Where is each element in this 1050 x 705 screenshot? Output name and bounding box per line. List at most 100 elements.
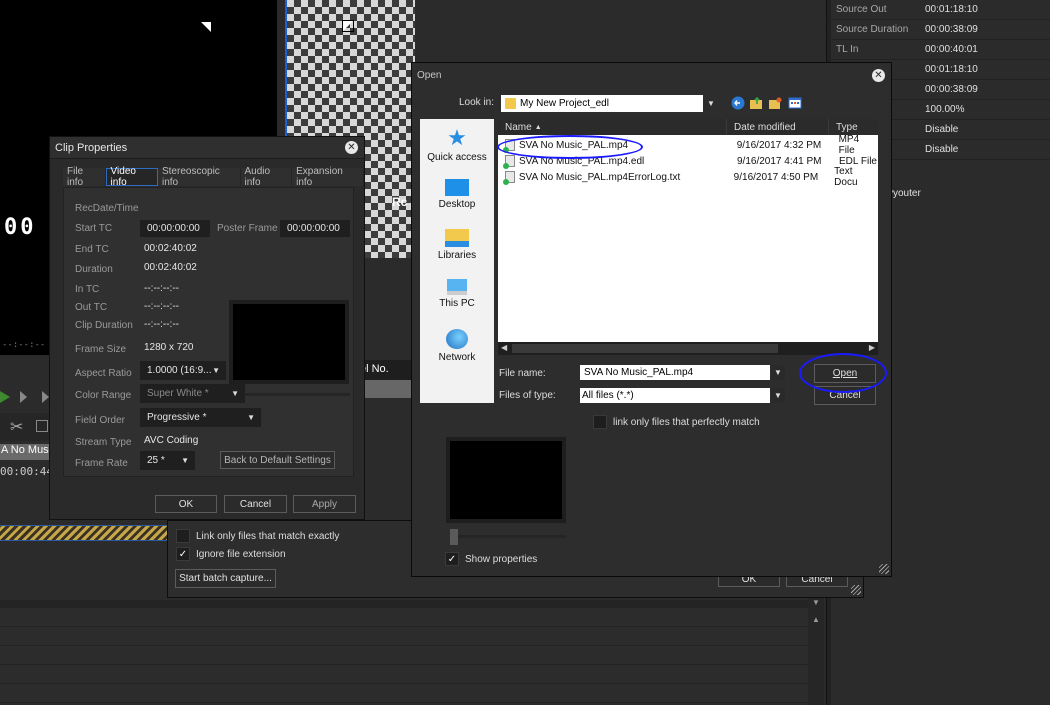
timeline-clip-bar[interactable] (0, 525, 170, 541)
track-row[interactable] (0, 627, 808, 646)
clip-properties-dialog: Clip Properties ✕ File info Video info S… (49, 136, 365, 520)
back-icon[interactable] (731, 96, 745, 110)
dialog-title-bar[interactable]: Open (412, 63, 891, 87)
link-only-checkbox[interactable] (176, 529, 190, 543)
dialog-title-bar[interactable]: Clip Properties (50, 137, 364, 159)
start-tc-field[interactable]: 00:00:00:00 (140, 220, 210, 237)
sort-asc-icon: ▲ (534, 123, 542, 131)
player-marker-icon (201, 22, 211, 32)
file-row[interactable]: SVA No Music_PAL.mp4ErrorLog.txt 9/16/20… (498, 166, 878, 188)
place-this-pc[interactable]: This PC (420, 279, 494, 309)
close-icon[interactable]: ✕ (345, 141, 358, 154)
tab-audio-info[interactable]: Audio info (240, 166, 293, 188)
column-header-type[interactable]: Type (829, 119, 878, 135)
frame-size-label: Frame Size (75, 344, 127, 355)
property-extra-text: yyouter (888, 188, 921, 199)
place-network[interactable]: Network (420, 329, 494, 363)
reel-no-column-header[interactable]: el No. (360, 360, 415, 380)
places-bar: ★ Quick access Desktop Libraries This PC… (420, 119, 494, 403)
start-batch-capture-button[interactable]: Start batch capture... (175, 569, 276, 588)
color-range-label: Color Range (75, 390, 132, 401)
player-timecode-small: --:--:-- (2, 340, 46, 350)
computer-icon (447, 279, 467, 295)
look-in-dropdown[interactable]: My New Project_edl (501, 95, 703, 112)
poster-frame-field[interactable]: 00:00:00:00 (280, 220, 350, 237)
scroll-right-icon[interactable]: ▶ (869, 343, 875, 352)
tab-stereoscopic-info[interactable]: Stereoscopic info (157, 166, 241, 188)
place-quick-access[interactable]: ★ Quick access (420, 127, 494, 164)
preview-slider-track[interactable] (450, 535, 566, 538)
frame-size-value: 1280 x 720 (144, 342, 194, 353)
chevron-down-icon[interactable]: ▼ (771, 388, 785, 403)
new-folder-icon[interactable] (768, 96, 782, 110)
tab-file-info[interactable]: File info (63, 166, 106, 188)
file-name-input[interactable]: SVA No Music_PAL.mp4 (580, 365, 770, 380)
stream-type-label: Stream Type (75, 437, 132, 448)
chevron-down-icon: ▼ (231, 389, 239, 398)
file-preview-thumbnail (446, 437, 566, 523)
look-in-label: Look in: (459, 97, 495, 108)
ignore-extension-checkbox[interactable]: ✓ (176, 547, 190, 561)
link-perfect-match-checkbox[interactable] (593, 415, 607, 429)
ignore-extension-option[interactable]: ✓ Ignore file extension (176, 547, 286, 561)
clip-duration-value: --:--:--:-- (144, 319, 179, 330)
network-icon (446, 329, 468, 349)
horizontal-scrollbar[interactable]: ◀ ▶ (498, 342, 878, 355)
dialog-title: Clip Properties (55, 141, 128, 154)
files-of-type-dropdown[interactable]: All files (*.*) (580, 388, 770, 403)
column-header-name[interactable]: Name ▲ (498, 119, 727, 135)
desktop-icon (445, 179, 469, 196)
frame-slider-track[interactable] (232, 393, 350, 396)
scroll-down-icon[interactable]: ▼ (808, 598, 824, 607)
aspect-ratio-dropdown[interactable]: 1.0000 (16:9... ▼ (140, 361, 226, 380)
dialog-title: Open (417, 69, 442, 81)
chevron-down-icon[interactable]: ▼ (705, 95, 717, 112)
preview-slider-handle[interactable] (450, 529, 458, 545)
field-order-dropdown[interactable]: Progressive * ▼ (140, 408, 261, 427)
place-libraries[interactable]: Libraries (420, 229, 494, 261)
show-properties-checkbox[interactable]: ✓ (445, 552, 459, 566)
out-tc-label: Out TC (75, 302, 108, 313)
out-tc-value: --:--:--:-- (144, 301, 179, 312)
scrollbar-thumb[interactable] (512, 344, 778, 353)
files-of-type-label: Files of type: (499, 390, 556, 401)
view-menu-icon[interactable] (788, 96, 802, 110)
field-order-label: Field Order (75, 415, 126, 426)
resize-grip-icon[interactable] (851, 585, 861, 595)
timeline-clip[interactable]: A No Music_ (0, 444, 55, 460)
link-only-option[interactable]: Link only files that match exactly (176, 529, 339, 543)
close-icon[interactable]: ✕ (872, 69, 885, 82)
frame-rate-dropdown[interactable]: 25 * ▼ (140, 451, 195, 470)
cancel-button[interactable]: Cancel (224, 495, 287, 513)
back-to-default-button[interactable]: Back to Default Settings (220, 451, 335, 469)
video-info-panel: RecDate/Time Start TC 00:00:00:00 Poster… (63, 187, 354, 477)
color-range-dropdown[interactable]: Super White * ▼ (140, 384, 245, 403)
link-perfect-match-option[interactable]: link only files that perfectly match (593, 415, 760, 429)
tab-video-info[interactable]: Video info (105, 166, 158, 188)
vertical-scrollbar[interactable]: ▼ ▲ (808, 590, 824, 705)
track-row[interactable] (0, 608, 808, 627)
scroll-up-icon[interactable]: ▲ (808, 615, 824, 624)
apply-button[interactable]: Apply (293, 495, 356, 513)
scroll-left-icon[interactable]: ◀ (501, 343, 507, 352)
show-properties-option[interactable]: ✓ Show properties (445, 552, 537, 566)
copy-icon[interactable] (36, 420, 48, 432)
libraries-icon (445, 229, 469, 247)
track-row[interactable] (0, 684, 808, 703)
track-row[interactable] (0, 665, 808, 684)
frame-rate-label: Frame Rate (75, 458, 128, 469)
column-header-date[interactable]: Date modified (727, 119, 829, 135)
resize-grip-icon[interactable] (879, 564, 889, 574)
ok-button[interactable]: OK (155, 495, 217, 513)
in-tc-value: --:--:--:-- (144, 283, 179, 294)
bin-row-selected[interactable] (360, 380, 415, 398)
place-desktop[interactable]: Desktop (420, 179, 494, 210)
up-folder-icon[interactable] (749, 96, 763, 110)
scissors-icon[interactable]: ✂ (10, 417, 23, 437)
track-row[interactable] (0, 646, 808, 665)
annotation-circle (497, 135, 643, 159)
tab-expansion-info[interactable]: Expansion info (292, 166, 364, 188)
property-row: Source Out 00:01:18:10 (831, 0, 1050, 20)
end-tc-label: End TC (75, 244, 109, 255)
chevron-down-icon[interactable]: ▼ (771, 365, 785, 380)
